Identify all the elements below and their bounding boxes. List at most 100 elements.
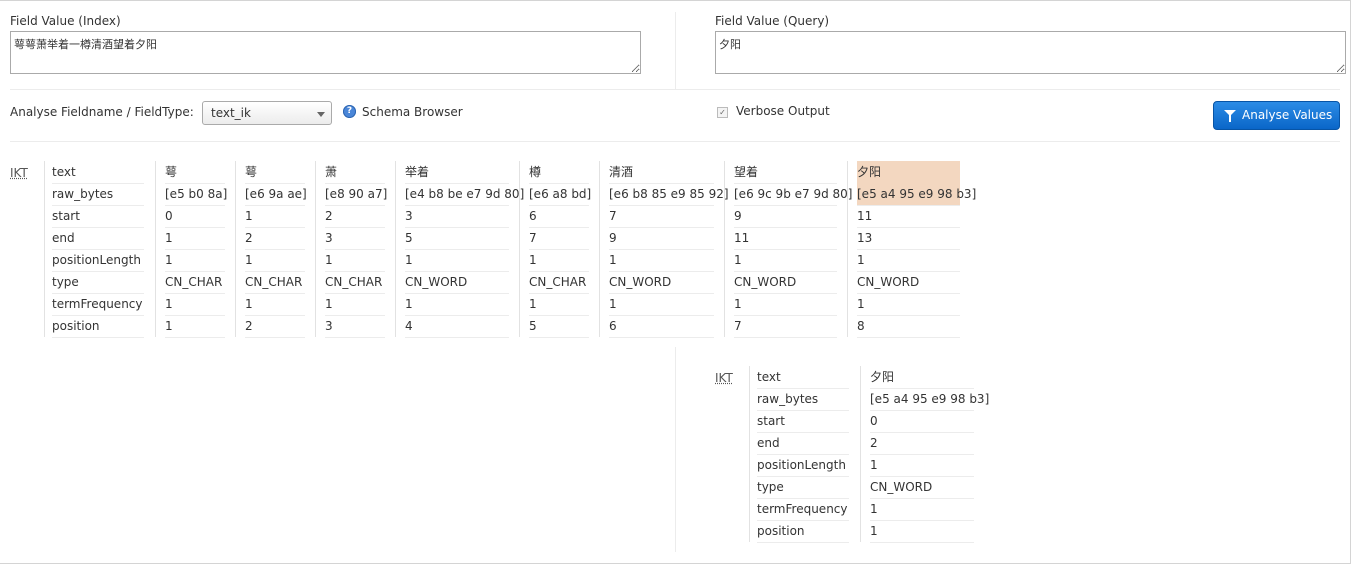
token-text-cell: 望着	[734, 161, 837, 184]
token-raw_bytes-cell: [e6 9c 9b e7 9d 80]	[734, 183, 852, 206]
token-column	[519, 161, 520, 337]
row-label-end: end	[757, 432, 849, 455]
query-field-input[interactable]: 夕阳	[715, 31, 1346, 74]
row-label-position: position	[757, 520, 849, 543]
token-text-cell: 萧	[325, 161, 385, 184]
query-field-label: Field Value (Query)	[715, 14, 830, 28]
token-end-cell: 9	[609, 227, 714, 250]
token-position-cell: 8	[857, 315, 960, 338]
token-text-cell: 举着	[405, 161, 509, 184]
divider	[10, 89, 1340, 90]
help-icon[interactable]: ?	[343, 105, 356, 118]
divider	[10, 141, 1340, 142]
index-field-input[interactable]: 萼萼萧举着一樽清酒望着夕阳	[10, 31, 641, 74]
token-termfrequency-cell: 1	[165, 293, 225, 316]
query-analyzer-name: IKT	[715, 371, 733, 385]
row-label-end: end	[52, 227, 144, 250]
token-termfrequency-cell: 1	[870, 498, 974, 521]
token-start-cell: 3	[405, 205, 509, 228]
index-field-label: Field Value (Index)	[10, 14, 121, 28]
row-label-position: position	[52, 315, 144, 338]
index-analyzer-name: IKT	[10, 166, 28, 180]
token-position-cell: 3	[325, 315, 385, 338]
token-start-cell: 9	[734, 205, 837, 228]
verbose-output-label: Verbose Output	[736, 104, 830, 118]
token-positionlength-cell: 1	[165, 249, 225, 272]
token-type-cell: CN_WORD	[405, 271, 509, 294]
token-type-cell: CN_WORD	[857, 271, 960, 294]
token-text-cell: 萼	[165, 161, 225, 184]
row-label-positionlength: positionLength	[52, 249, 144, 272]
row-label-column	[44, 161, 45, 337]
verbose-output-checkbox[interactable]: ✓	[717, 107, 728, 118]
token-raw_bytes-cell: [e4 b8 be e7 9d 80]	[405, 183, 524, 206]
fieldtype-selected-value: text_ik	[211, 106, 251, 120]
row-label-start: start	[52, 205, 144, 228]
token-positionlength-cell: 1	[609, 249, 714, 272]
token-raw_bytes-cell: [e5 a4 95 e9 98 b3]	[870, 388, 989, 411]
token-type-cell: CN_WORD	[734, 271, 837, 294]
token-text-cell: 夕阳	[857, 161, 960, 184]
token-position-cell: 5	[529, 315, 589, 338]
token-positionlength-cell: 1	[325, 249, 385, 272]
token-start-cell: 0	[165, 205, 225, 228]
analyse-values-button-label: Analyse Values	[1242, 108, 1333, 122]
token-column	[155, 161, 156, 337]
token-column	[847, 161, 848, 337]
chevron-down-icon	[317, 112, 325, 117]
fieldtype-select[interactable]: text_ik	[202, 101, 332, 125]
token-position-cell: 6	[609, 315, 714, 338]
token-position-cell: 2	[245, 315, 305, 338]
token-raw_bytes-cell: [e5 b0 8a]	[165, 183, 227, 206]
token-type-cell: CN_CHAR	[165, 271, 225, 294]
row-label-termfrequency: termFrequency	[757, 498, 849, 521]
token-raw_bytes-cell: [e6 b8 85 e9 85 92]	[609, 183, 729, 206]
token-position-cell: 1	[870, 520, 974, 543]
token-end-cell: 2	[870, 432, 974, 455]
row-label-termfrequency: termFrequency	[52, 293, 144, 316]
token-column	[395, 161, 396, 337]
token-text-cell: 萼	[245, 161, 305, 184]
token-type-cell: CN_WORD	[870, 476, 974, 499]
row-label-raw_bytes: raw_bytes	[757, 388, 849, 411]
token-end-cell: 2	[245, 227, 305, 250]
token-termfrequency-cell: 1	[734, 293, 837, 316]
row-label-type: type	[52, 271, 144, 294]
token-start-cell: 1	[245, 205, 305, 228]
token-column	[724, 161, 725, 337]
row-label-text: text	[757, 366, 849, 389]
token-end-cell: 7	[529, 227, 589, 250]
token-raw_bytes-cell: [e5 a4 95 e9 98 b3]	[857, 183, 976, 206]
token-type-cell: CN_CHAR	[245, 271, 305, 294]
row-label-type: type	[757, 476, 849, 499]
token-column	[315, 161, 316, 337]
token-termfrequency-cell: 1	[325, 293, 385, 316]
filter-icon	[1224, 110, 1236, 122]
token-position-cell: 4	[405, 315, 509, 338]
token-start-cell: 0	[870, 410, 974, 433]
token-positionlength-cell: 1	[529, 249, 589, 272]
analyse-values-button[interactable]: Analyse Values	[1213, 101, 1340, 130]
token-column	[860, 366, 861, 542]
token-termfrequency-cell: 1	[609, 293, 714, 316]
token-text-cell: 樽	[529, 161, 589, 184]
token-end-cell: 5	[405, 227, 509, 250]
token-end-cell: 13	[857, 227, 960, 250]
schema-browser-link[interactable]: Schema Browser	[362, 105, 463, 119]
token-end-cell: 3	[325, 227, 385, 250]
row-label-start: start	[757, 410, 849, 433]
token-column	[235, 161, 236, 337]
token-termfrequency-cell: 1	[529, 293, 589, 316]
token-start-cell: 2	[325, 205, 385, 228]
token-positionlength-cell: 1	[734, 249, 837, 272]
row-label-raw_bytes: raw_bytes	[52, 183, 144, 206]
bottom-column-divider	[675, 347, 676, 552]
token-raw_bytes-cell: [e8 90 a7]	[325, 183, 387, 206]
token-text-cell: 夕阳	[870, 366, 974, 389]
token-type-cell: CN_CHAR	[529, 271, 589, 294]
top-column-divider	[675, 12, 676, 89]
token-positionlength-cell: 1	[870, 454, 974, 477]
token-position-cell: 1	[165, 315, 225, 338]
token-end-cell: 1	[165, 227, 225, 250]
token-termfrequency-cell: 1	[245, 293, 305, 316]
